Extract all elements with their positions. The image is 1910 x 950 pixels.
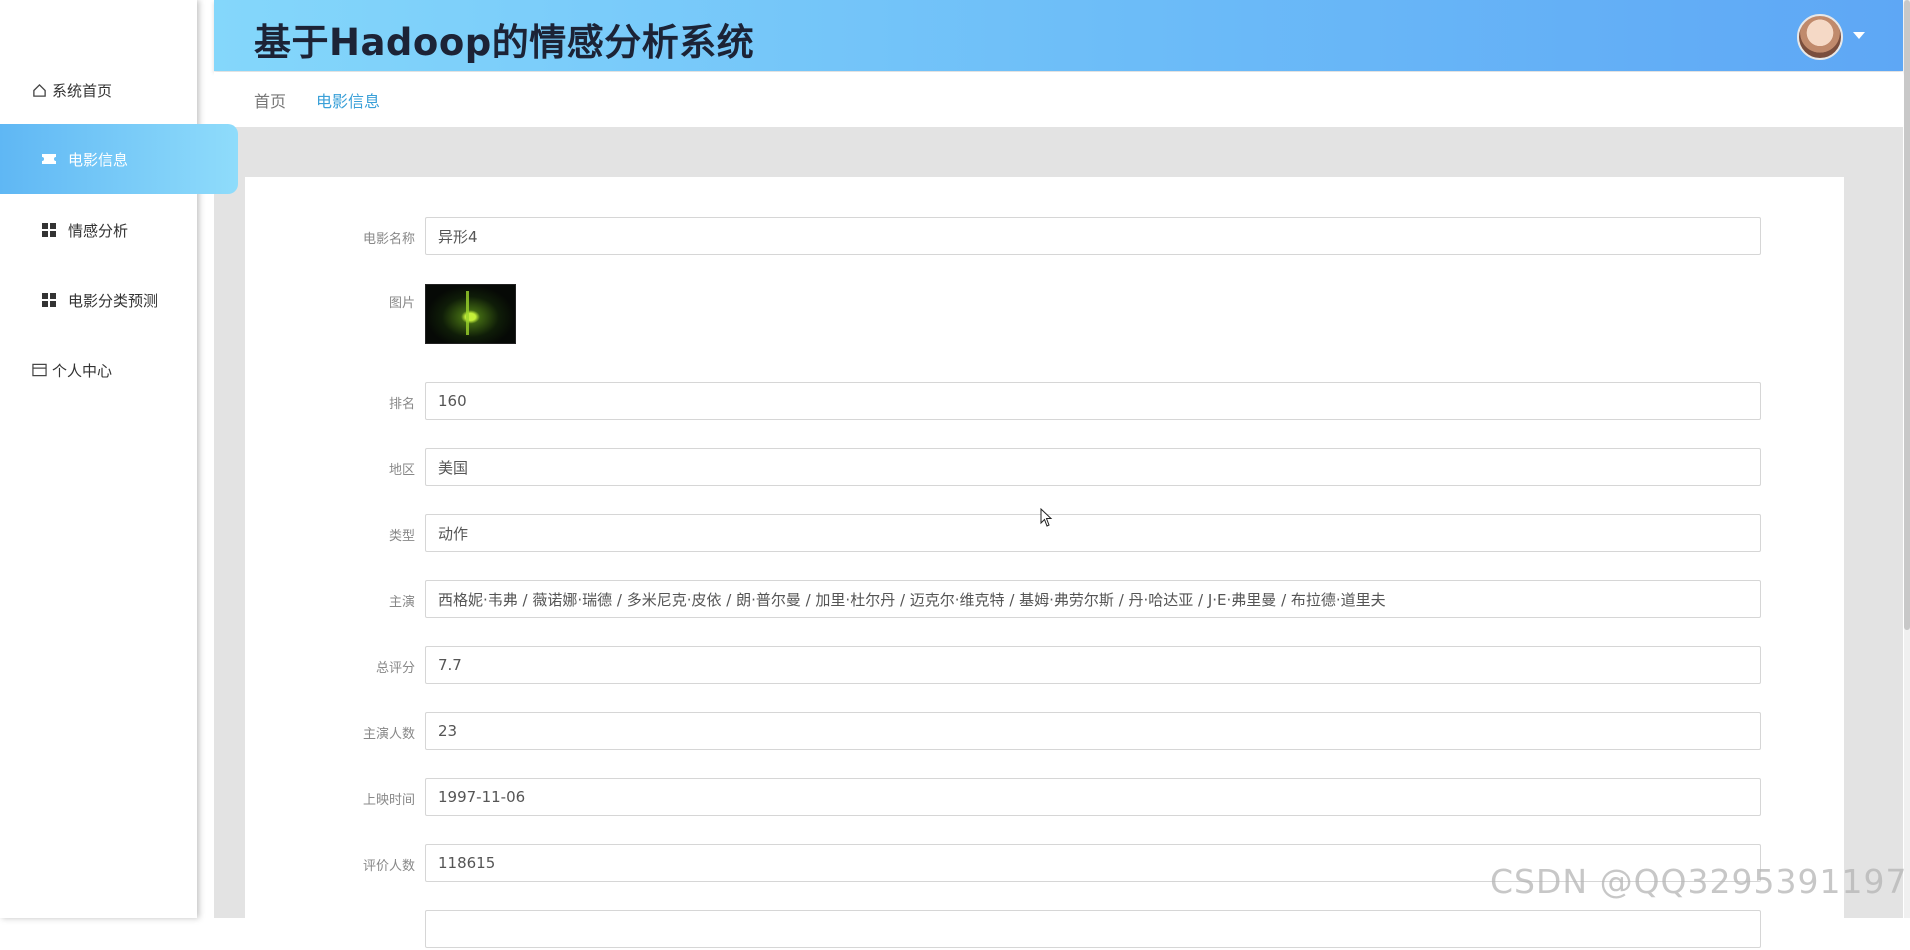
- cast-field[interactable]: 西格妮·韦弗 / 薇诺娜·瑞德 / 多米尼克·皮依 / 朗·普尔曼 / 加里·杜…: [425, 580, 1761, 618]
- scrollbar-thumb[interactable]: [1904, 0, 1910, 630]
- field-label: 评价人数: [362, 859, 415, 874]
- scrollbar[interactable]: [1904, 0, 1910, 918]
- sidebar-item-label: 电影信息: [68, 150, 129, 169]
- genre-field[interactable]: 动作: [425, 514, 1761, 552]
- sidebar-item-profile[interactable]: 个人中心: [0, 335, 227, 405]
- breadcrumb-home[interactable]: 首页: [254, 88, 286, 112]
- breadcrumb-current: 电影信息: [316, 91, 381, 111]
- sidebar-item-movie-info[interactable]: 电影信息: [0, 124, 238, 194]
- form-row-cast-count: 主演人数 23: [245, 712, 1844, 752]
- cast-count-field[interactable]: 23: [425, 712, 1761, 750]
- release-date-field[interactable]: 1997-11-06: [425, 778, 1761, 816]
- field-label: 上映时间: [362, 793, 415, 808]
- home-icon: [30, 81, 48, 99]
- field-label: 类型: [388, 529, 415, 544]
- avatar[interactable]: [1797, 14, 1843, 60]
- next-field[interactable]: [425, 910, 1761, 948]
- app-header: 基于Hadoop的情感分析系统: [214, 0, 1903, 71]
- form-row-release: 上映时间 1997-11-06: [245, 778, 1844, 818]
- field-label: 总评分: [375, 661, 415, 676]
- movie-name-field[interactable]: 异形4: [425, 217, 1761, 255]
- field-label: 图片: [388, 296, 415, 311]
- form-row-rank: 排名 160: [245, 382, 1844, 422]
- field-label: 排名: [388, 397, 415, 412]
- field-label: 主演: [388, 595, 415, 610]
- field-label: 主演人数: [362, 727, 415, 742]
- form-row-region: 地区 美国: [245, 448, 1844, 488]
- watermark: CSDN @QQ3295391197: [1490, 862, 1908, 901]
- app-title: 基于Hadoop的情感分析系统: [254, 21, 755, 64]
- sidebar-item-label: 电影分类预测: [68, 291, 159, 310]
- sidebar-item-label: 情感分析: [68, 221, 129, 240]
- grid-icon: [40, 221, 58, 239]
- grid-icon: [40, 291, 58, 309]
- field-label: 地区: [388, 463, 415, 478]
- field-label: 电影名称: [362, 232, 415, 247]
- detail-form: 电影名称 异形4 图片 排名 160 地区 美国 类型 动作 主演 西格妮·韦弗…: [245, 177, 1844, 948]
- rank-field[interactable]: 160: [425, 382, 1761, 420]
- sidebar-item-label: 个人中心: [52, 361, 113, 380]
- form-row-image: 图片: [245, 284, 1844, 344]
- form-row-next: [245, 910, 1844, 950]
- sidebar-item-classification[interactable]: 电影分类预测: [0, 265, 237, 335]
- breadcrumb: 首页 电影信息: [214, 72, 1903, 127]
- form-row-score: 总评分 7.7: [245, 646, 1844, 686]
- form-row-name: 电影名称 异形4: [245, 217, 1844, 257]
- sidebar: 系统首页 电影信息 情感分析 电影分类预测 个人中心: [0, 0, 238, 918]
- chevron-down-icon[interactable]: [1853, 32, 1865, 39]
- sidebar-item-label: 系统首页: [52, 81, 113, 100]
- score-field[interactable]: 7.7: [425, 646, 1761, 684]
- sidebar-item-sentiment[interactable]: 情感分析: [0, 195, 237, 265]
- mouse-cursor-icon: [1040, 507, 1054, 532]
- ticket-icon: [40, 150, 58, 168]
- card-icon: [30, 361, 48, 379]
- movie-poster-image[interactable]: [425, 284, 516, 344]
- sidebar-item-home[interactable]: 系统首页: [0, 55, 227, 125]
- form-row-cast: 主演 西格妮·韦弗 / 薇诺娜·瑞德 / 多米尼克·皮依 / 朗·普尔曼 / 加…: [245, 580, 1844, 620]
- region-field[interactable]: 美国: [425, 448, 1761, 486]
